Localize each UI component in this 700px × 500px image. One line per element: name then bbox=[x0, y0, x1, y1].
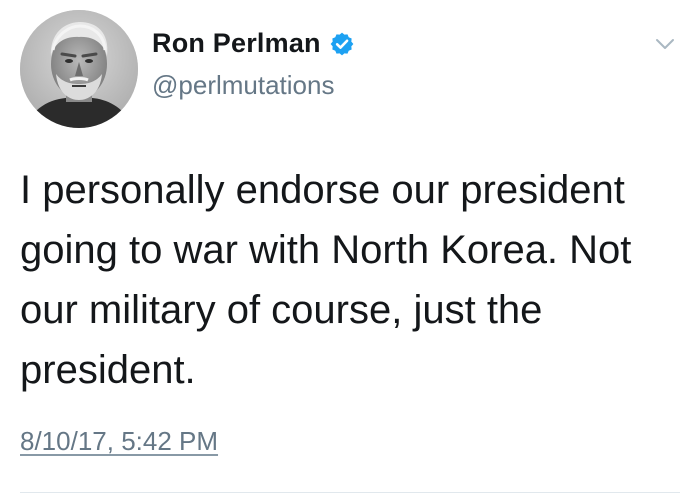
divider bbox=[20, 492, 680, 493]
author-display-name[interactable]: Ron Perlman bbox=[152, 28, 321, 59]
author-name-row: Ron Perlman bbox=[152, 28, 355, 59]
tweet-card: Ron Perlman @perlmutations I personally … bbox=[0, 0, 700, 500]
avatar-photo bbox=[20, 10, 138, 128]
chevron-down-icon[interactable] bbox=[654, 36, 676, 52]
tweet-text: I personally endorse our president going… bbox=[20, 168, 632, 392]
tweet-timestamp[interactable]: 8/10/17, 5:42 PM bbox=[20, 426, 218, 457]
avatar[interactable] bbox=[20, 10, 138, 128]
verified-badge-icon bbox=[329, 31, 355, 57]
author-handle[interactable]: @perlmutations bbox=[152, 70, 334, 101]
